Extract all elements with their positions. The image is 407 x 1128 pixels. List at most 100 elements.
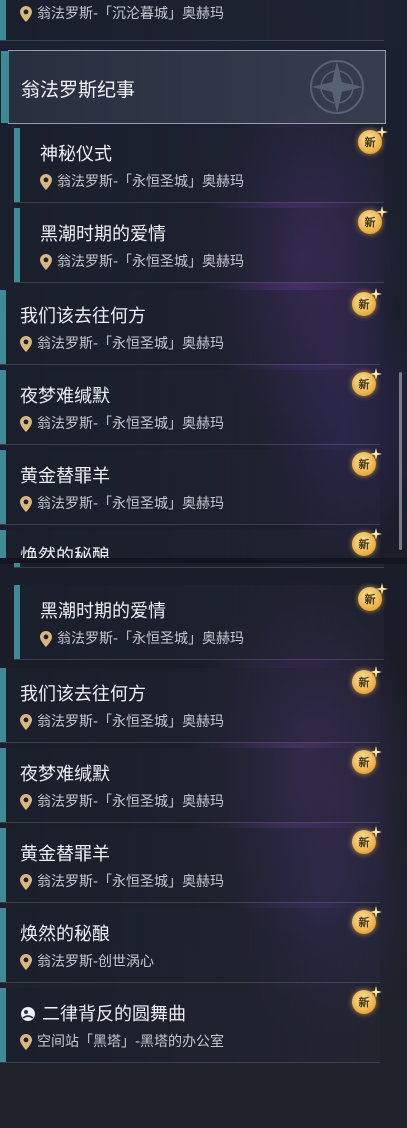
new-badge: 新	[352, 666, 382, 694]
sparkle-icon	[370, 826, 382, 838]
new-badge: 新	[352, 906, 382, 934]
quest-title: 夜梦难缄默	[20, 386, 110, 407]
location-pin-icon	[20, 336, 32, 352]
quest-title-line: 二律背反的圆舞曲	[20, 1004, 186, 1026]
location-pin-icon	[20, 416, 32, 432]
list-item[interactable]: 神秘仪式 翁法罗斯-「永恒圣城」奥赫玛	[14, 128, 384, 203]
location-pin-icon	[20, 1034, 32, 1050]
list-item-partial[interactable]: 翁法罗斯-「沉沦暮城」奥赫玛	[0, 0, 384, 41]
location-line: 翁法罗斯-创世涡心	[20, 953, 154, 971]
new-badge: 新	[358, 126, 388, 154]
list-item[interactable]: 我们该去往何方 翁法罗斯-「永恒圣城」奥赫玛	[0, 668, 380, 743]
quest-title: 我们该去往何方	[20, 684, 146, 705]
location-text: 翁法罗斯-「永恒圣城」奥赫玛	[37, 874, 225, 890]
location-text: 翁法罗斯-创世涡心	[37, 954, 155, 970]
location-pin-icon	[40, 631, 52, 647]
accent-bar	[14, 585, 20, 659]
list-item[interactable]: 夜梦难缄默 翁法罗斯-「永恒圣城」奥赫玛	[0, 370, 380, 445]
list-item-partial[interactable]	[14, 563, 384, 568]
sparkle-icon	[376, 206, 388, 218]
list-item[interactable]: 焕然的秘酿	[0, 530, 380, 560]
new-badge: 新	[352, 826, 382, 854]
region-emblem-icon	[310, 60, 364, 114]
bottom-list-panel: 黑潮时期的爱情 翁法罗斯-「永恒圣城」奥赫玛 新 我们该去往何方 翁法罗斯-「永…	[0, 563, 407, 1128]
location-line: 翁法罗斯-「永恒圣城」奥赫玛	[20, 793, 224, 811]
accent-bar	[0, 530, 6, 560]
location-line: 翁法罗斯-「永恒圣城」奥赫玛	[40, 630, 244, 648]
sparkle-icon	[376, 583, 388, 595]
location-line: 空间站「黑塔」-黑塔的办公室	[20, 1033, 224, 1051]
location-text: 翁法罗斯-「永恒圣城」奥赫玛	[37, 794, 225, 810]
sparkle-icon	[370, 666, 382, 678]
sparkle-icon	[370, 906, 382, 918]
list-item[interactable]: 二律背反的圆舞曲 空间站「黑塔」-黑塔的办公室	[0, 988, 380, 1063]
location-text: 翁法罗斯-「永恒圣城」奥赫玛	[37, 416, 225, 432]
accent-bar	[0, 828, 6, 902]
new-badge: 新	[352, 368, 382, 396]
location-pin-icon	[40, 254, 52, 270]
location-text: 空间站「黑塔」-黑塔的办公室	[37, 1034, 225, 1050]
location-text: 翁法罗斯-「永恒圣城」奥赫玛	[37, 336, 225, 352]
accent-bar	[14, 208, 20, 282]
location-pin-icon	[40, 174, 52, 190]
location-line: 翁法罗斯-「永恒圣城」奥赫玛	[20, 495, 224, 513]
list-item[interactable]: 夜梦难缄默 翁法罗斯-「永恒圣城」奥赫玛	[0, 748, 380, 823]
location-text: 翁法罗斯-「永恒圣城」奥赫玛	[37, 714, 225, 730]
list-item[interactable]: 黄金替罪羊 翁法罗斯-「永恒圣城」奥赫玛	[0, 828, 380, 903]
header-accent-bar	[1, 51, 9, 123]
accent-bar	[0, 988, 6, 1062]
accent-bar	[0, 450, 6, 524]
sparkle-icon	[370, 746, 382, 758]
accent-bar	[0, 290, 6, 364]
scrollbar-thumb[interactable]	[399, 372, 402, 550]
sparkle-icon	[370, 528, 382, 540]
quest-title: 神秘仪式	[40, 144, 112, 165]
new-badge: 新	[358, 583, 388, 611]
list-item[interactable]: 我们该去往何方 翁法罗斯-「永恒圣城」奥赫玛	[0, 290, 380, 365]
sparkle-icon	[370, 448, 382, 460]
location-pin-icon	[20, 6, 32, 22]
location-text: 翁法罗斯-「永恒圣城」奥赫玛	[57, 254, 245, 270]
location-text: 翁法罗斯-「沉沦暮城」奥赫玛	[37, 6, 225, 22]
quest-title: 黑潮时期的爱情	[40, 601, 166, 622]
accent-bar	[0, 748, 6, 822]
location-line: 翁法罗斯-「沉沦暮城」奥赫玛	[20, 5, 224, 23]
new-badge: 新	[352, 288, 382, 316]
list-item[interactable]: 黑潮时期的爱情 翁法罗斯-「永恒圣城」奥赫玛	[14, 585, 384, 660]
location-line: 翁法罗斯-「永恒圣城」奥赫玛	[20, 873, 224, 891]
location-pin-icon	[20, 496, 32, 512]
new-badge: 新	[352, 448, 382, 476]
location-text: 翁法罗斯-「永恒圣城」奥赫玛	[57, 631, 245, 647]
new-badge: 新	[352, 528, 382, 556]
accent-bar	[0, 668, 6, 742]
quest-title: 夜梦难缄默	[20, 764, 110, 785]
quest-title: 黄金替罪羊	[20, 466, 110, 487]
accent-bar	[0, 0, 6, 40]
sparkle-icon	[370, 288, 382, 300]
section-title: 翁法罗斯纪事	[21, 79, 136, 101]
sparkle-icon	[376, 126, 388, 138]
location-pin-icon	[20, 794, 32, 810]
location-line: 翁法罗斯-「永恒圣城」奥赫玛	[20, 415, 224, 433]
accent-bar	[0, 370, 6, 444]
section-header[interactable]: 翁法罗斯纪事	[1, 50, 386, 124]
list-item[interactable]: 焕然的秘酿 翁法罗斯-创世涡心	[0, 908, 380, 983]
location-text: 翁法罗斯-「永恒圣城」奥赫玛	[57, 174, 245, 190]
location-text: 翁法罗斯-「永恒圣城」奥赫玛	[37, 496, 225, 512]
location-pin-icon	[20, 874, 32, 890]
list-item[interactable]: 黄金替罪羊 翁法罗斯-「永恒圣城」奥赫玛	[0, 450, 380, 525]
quest-title: 焕然的秘酿	[20, 924, 110, 945]
sparkle-icon	[370, 368, 382, 380]
location-line: 翁法罗斯-「永恒圣城」奥赫玛	[40, 253, 244, 271]
accent-bar	[14, 128, 20, 202]
list-item[interactable]: 黑潮时期的爱情 翁法罗斯-「永恒圣城」奥赫玛	[14, 208, 384, 283]
location-pin-icon	[20, 954, 32, 970]
sparkle-icon	[370, 986, 382, 998]
new-badge: 新	[352, 746, 382, 774]
accent-bar	[14, 563, 20, 567]
quest-title: 二律背反的圆舞曲	[42, 1004, 186, 1025]
location-line: 翁法罗斯-「永恒圣城」奥赫玛	[20, 335, 224, 353]
quest-title: 黑潮时期的爱情	[40, 224, 166, 245]
top-list-panel: 翁法罗斯-「沉沦暮城」奥赫玛 翁法罗斯纪事 神秘仪式 翁法罗斯-「永恒圣城」奥赫…	[0, 0, 407, 560]
accent-bar	[0, 908, 6, 982]
